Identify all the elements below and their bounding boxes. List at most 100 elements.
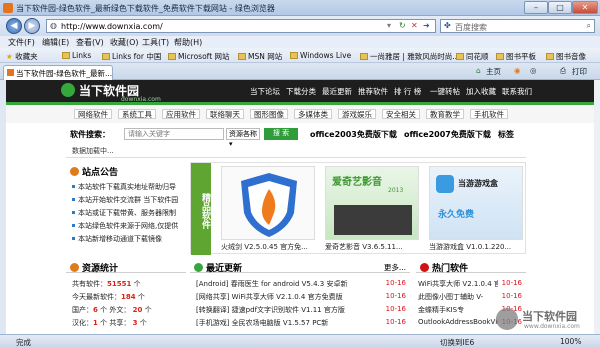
list-item[interactable]: 金蝶精手KIS专 — [418, 305, 498, 315]
featured-item-dangyou[interactable]: 当游游戏盒 永久免费 — [429, 166, 523, 240]
nav-contact[interactable]: 联系我们 — [502, 86, 532, 97]
list-date: 10-16 — [385, 305, 406, 313]
announcement-item[interactable]: 本站开始软件交流群 当下软件园 — [72, 195, 178, 205]
announcement-box: 站点公告 本站软件下载真实地址帮助归导 本站开始软件交流群 当下软件园 本站或证… — [66, 162, 188, 254]
shield-logo-icon — [241, 173, 297, 237]
zoom-level[interactable]: 100% — [560, 337, 581, 346]
address-bar[interactable]: ◍ http://www.downxia.com/ ▾ ↻ ✕ ➜ — [46, 19, 436, 33]
rss-icon[interactable]: ◉ — [514, 66, 521, 75]
close-button[interactable]: ✕ — [572, 1, 598, 14]
divider — [66, 157, 526, 158]
cat-security[interactable]: 安全相关 — [382, 109, 420, 119]
cat-media[interactable]: 多媒体类 — [294, 109, 332, 119]
fav-links[interactable]: Links — [62, 51, 91, 60]
search-icon[interactable]: ⌕ — [587, 21, 591, 31]
list-item[interactable]: [手机游戏] 全民农场电脑版 V1.5.57 PC新 — [196, 318, 328, 328]
vertical-scrollbar[interactable] — [594, 80, 600, 334]
fav-tablet[interactable]: 图书平板 — [496, 51, 536, 62]
list-item[interactable]: OutlookAddressBookVie — [418, 318, 498, 326]
featured-caption[interactable]: 当游游戏盒 V1.0.1.220... — [429, 242, 511, 252]
maximize-button[interactable]: □ — [548, 1, 572, 14]
nav-bookmark[interactable]: 加入收藏 — [466, 86, 496, 97]
site-search-input[interactable]: 请输入关键字 — [124, 128, 224, 140]
forward-arrow-icon[interactable]: ▶ — [24, 18, 40, 34]
back-arrow-icon[interactable]: ◀ — [6, 18, 22, 34]
menu-favorites[interactable]: 收藏(O) — [110, 37, 139, 48]
tab-title: 当下软件园-绿色软件_最新... — [16, 69, 113, 78]
print-label[interactable]: 打印 — [572, 66, 587, 77]
stop-icon[interactable]: ✕ — [411, 21, 418, 30]
search-placeholder: 百度搜索 — [455, 23, 487, 32]
cat-mobile[interactable]: 手机软件 — [470, 109, 508, 119]
fav-msn[interactable]: MSN 网站 — [238, 51, 282, 62]
minimize-button[interactable]: – — [524, 1, 548, 14]
featured-item-aiqiyi[interactable]: 爱奇艺影音 2013 — [325, 166, 419, 240]
refresh-icon[interactable]: ↻ — [399, 21, 406, 30]
list-item[interactable]: WiFi共享大师 V2.1.0.4 官 — [418, 279, 498, 289]
cat-graphics[interactable]: 图形图像 — [250, 109, 288, 119]
list-date: 10-16 — [501, 292, 522, 300]
featured-caption[interactable]: 火绒剑 V2.5.0.45 官方免... — [221, 242, 308, 252]
fav-links-china[interactable]: Links for 中国 — [102, 51, 161, 62]
print-icon[interactable]: ⎙ — [560, 66, 566, 76]
featured-caption[interactable]: 爱奇艺影音 V3.6.5.11... — [325, 242, 403, 252]
nav-recommended[interactable]: 推荐软件 — [358, 86, 388, 97]
favorites-button[interactable]: ★ 收藏夹 — [6, 51, 38, 62]
cat-chat[interactable]: 联络聊天 — [206, 109, 244, 119]
menu-help[interactable]: 帮助(H) — [174, 37, 202, 48]
cat-education[interactable]: 教育教学 — [426, 109, 464, 119]
fire-icon — [420, 263, 429, 272]
search-box[interactable]: ✤ 百度搜索 ⌕ — [440, 19, 595, 33]
latest-more-link[interactable]: 更多... — [384, 262, 406, 273]
search-type-select[interactable]: 资源各称 ▾ — [226, 128, 260, 148]
cat-network[interactable]: 网络软件 — [74, 109, 112, 119]
loading-text: 数据加载中... — [72, 147, 114, 155]
nav-categories[interactable]: 下载分类 — [286, 86, 316, 97]
list-item[interactable]: [转换翻译] 捷速pdf文字识别软件 V1.11 官方版 — [196, 305, 345, 315]
security-icon[interactable]: ◎ — [530, 66, 537, 75]
site-search-button[interactable]: 搜 索 — [264, 128, 298, 140]
tags-link[interactable]: 标签 — [498, 129, 514, 140]
dropdown-icon[interactable]: ▾ — [387, 21, 391, 30]
list-item[interactable]: [Android] 春雨医生 for android V5.4.3 安卓新 — [196, 279, 347, 289]
folder-icon — [496, 53, 504, 60]
home-label[interactable]: 主页 — [486, 66, 501, 77]
tab-current[interactable]: 当下软件园-绿色软件_最新... — [3, 65, 113, 80]
stats-section: 资源统计 共有软件：51551 个 今天最新软件：184 个 国产：6 个 外文… — [66, 260, 186, 334]
cat-games[interactable]: 游戏娱乐 — [338, 109, 376, 119]
address-url[interactable]: http://www.downxia.com/ — [61, 22, 163, 31]
announcement-item[interactable]: 本站软件下载真实地址帮助归导 — [72, 182, 176, 192]
latest-section: 最近更新 更多... [Android] 春雨医生 for android V5… — [190, 260, 410, 334]
featured-item-huorong[interactable] — [221, 166, 315, 240]
announcement-item[interactable]: 本站绿色软件来源于网络,仅提供 — [72, 221, 178, 231]
fav-windows-live[interactable]: Windows Live — [290, 51, 351, 60]
announcement-item[interactable]: 本站新增移动通道下载镜像 — [72, 234, 162, 244]
stat-row: 共有软件：51551 个 — [72, 280, 141, 288]
announcement-item[interactable]: 本站或证下载带黄、服务器限制 — [72, 208, 176, 218]
menu-view[interactable]: 查看(V) — [76, 37, 104, 48]
list-item[interactable]: 此图像小图丁辅助 V- — [418, 292, 498, 302]
cat-system[interactable]: 系统工具 — [118, 109, 156, 119]
list-date: 10-16 — [385, 318, 406, 326]
fav-yishang[interactable]: 一尚雅居 | 雅致风尚时尚... — [360, 51, 459, 62]
folder-icon — [168, 53, 176, 60]
nav-repost[interactable]: 一键转帖 — [430, 86, 460, 97]
menu-tools[interactable]: 工具(T) — [142, 37, 169, 48]
fav-microsoft[interactable]: Microsoft 网站 — [168, 51, 230, 62]
cat-apps[interactable]: 应用软件 — [162, 109, 200, 119]
hot-link-office2007[interactable]: office2007免费版下载 — [404, 129, 491, 140]
nav-latest[interactable]: 最近更新 — [322, 86, 352, 97]
go-icon[interactable]: ➜ — [423, 21, 430, 30]
menu-file[interactable]: 文件(F) — [8, 37, 35, 48]
home-icon[interactable]: ⌂ — [476, 66, 481, 75]
fav-books[interactable]: 图书音像 — [546, 51, 586, 62]
nav-forum[interactable]: 当下论坛 — [250, 86, 280, 97]
site-favicon-icon — [7, 69, 14, 76]
nav-ranking[interactable]: 排 行 榜 — [394, 86, 421, 97]
ie-mode-toggle[interactable]: 切换到IE6 — [440, 337, 474, 347]
fav-tonghuashun[interactable]: 同花顺 — [456, 51, 489, 62]
menu-edit[interactable]: 编辑(E) — [42, 37, 69, 48]
hot-link-office2003[interactable]: office2003免费版下载 — [310, 129, 397, 140]
site-logo[interactable]: 当下软件园 downxia.com — [61, 82, 161, 103]
list-item[interactable]: [网络共享] WiFi共享大师 V2.1.0.4 官方免费版 — [196, 292, 343, 302]
